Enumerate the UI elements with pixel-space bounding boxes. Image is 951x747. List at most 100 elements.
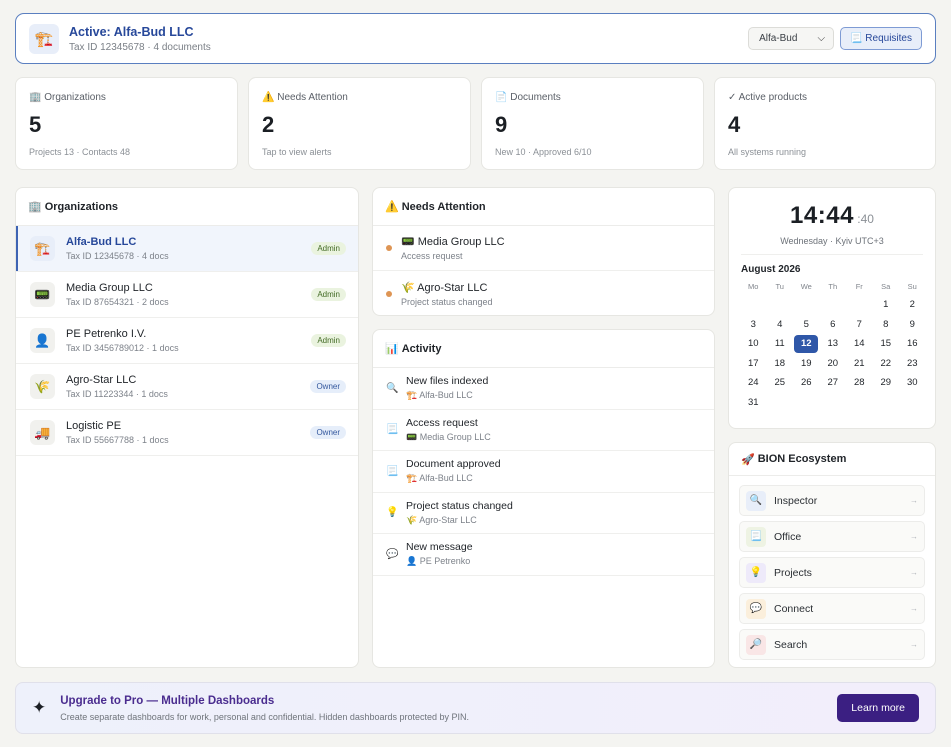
upgrade-subtitle: Create separate dashboards for work, per…	[60, 711, 469, 722]
org-name: PE Petrenko I.V.	[66, 328, 147, 340]
magnifier-icon: 🔍	[746, 490, 766, 511]
needs-attention-title: Needs Attention	[401, 200, 486, 213]
calendar-day[interactable]: 6	[820, 315, 847, 335]
calendar-day[interactable]: 14	[846, 334, 873, 354]
calendar-day[interactable]: 3	[740, 315, 767, 335]
calendar-day[interactable]: 16	[899, 334, 926, 354]
activity-item[interactable]: 📃 Document approved 🏗️ Alfa-Bud LLC	[373, 451, 714, 493]
stat-value: 9	[495, 112, 508, 137]
org-row-alfa-bud[interactable]: 🏗️ Alfa-Bud LLC Tax ID 12345678 · 4 docs…	[16, 226, 358, 272]
upgrade-title: Upgrade to Pro — Multiple Dashboards	[60, 694, 275, 707]
calendar-day[interactable]: 28	[846, 373, 873, 393]
calendar-day[interactable]: 21	[846, 354, 873, 374]
org-meta: Tax ID 11223344 · 1 docs	[66, 389, 168, 399]
calendar-day[interactable]: 11	[767, 334, 794, 354]
stat-label: 📄 Documents	[495, 92, 561, 103]
activity-item[interactable]: 💡 Project status changed 🌾 Agro-Star LLC	[373, 493, 714, 534]
attention-item[interactable]: 🌾 Agro-Star LLC Project status changed	[373, 271, 714, 316]
calendar-day[interactable]: 10	[740, 334, 767, 354]
ecosystem-item-search[interactable]: 🔎 Search →	[739, 629, 925, 660]
calendar-day[interactable]: 23	[899, 354, 926, 374]
building-icon: 🏢	[28, 201, 42, 213]
active-org-avatar: 🏗️	[29, 23, 59, 54]
bar-chart-icon: 📊	[385, 343, 399, 355]
calendar-day[interactable]: 19	[793, 354, 820, 374]
activity-panel: 📊 Activity 🔍 New files indexed 🏗️ Alfa-B…	[372, 329, 715, 668]
calendar-day[interactable]: 30	[899, 373, 926, 393]
calendar-day[interactable]: 17	[740, 354, 767, 374]
ecosystem-item-connect[interactable]: 💬 Connect →	[739, 593, 925, 624]
activity-header: 📊 Activity	[373, 330, 714, 368]
clock-calendar-panel: 14:44 :40 Wednesday · Kyiv UTC+3 August …	[728, 187, 936, 429]
weekday-label: We	[800, 282, 812, 291]
ecosystem-item-office[interactable]: 📃 Office →	[739, 521, 925, 552]
stat-value: 4	[728, 112, 741, 137]
calendar-day[interactable]: 2	[899, 295, 926, 315]
org-row-media-group[interactable]: 📟 Media Group LLC Tax ID 87654321 · 2 do…	[16, 272, 358, 318]
requisites-button[interactable]: 📃 Requisites	[840, 27, 922, 50]
calendar-today[interactable]: 12	[794, 335, 819, 353]
role-badge: Admin	[311, 288, 346, 301]
stat-label: ✓ Active products	[728, 92, 807, 103]
org-select-value: Alfa-Bud	[759, 33, 798, 44]
calendar-day[interactable]: 29	[873, 373, 900, 393]
stat-active-products[interactable]: ✓ Active products 4 All systems running	[714, 77, 936, 170]
ecosystem-item-inspector[interactable]: 🔍 Inspector →	[739, 485, 925, 516]
activity-event: Project status changed	[406, 499, 513, 512]
ecosystem-item-projects[interactable]: 💡 Projects →	[739, 557, 925, 588]
org-select[interactable]: Alfa-Bud ⌵	[748, 27, 835, 50]
org-name: Alfa-Bud LLC	[66, 236, 137, 248]
clock: 14:44 :40 Wednesday · Kyiv UTC+3	[729, 202, 935, 246]
calendar-day[interactable]: 25	[767, 373, 794, 393]
calendar-day[interactable]: 4	[767, 315, 794, 335]
calendar-day[interactable]: 22	[873, 354, 900, 374]
role-badge: Admin	[311, 242, 346, 255]
activity-item[interactable]: 📃 Access request 📟 Media Group LLC	[373, 410, 714, 451]
calendar-day[interactable]: 20	[820, 354, 847, 374]
stat-needs-attention[interactable]: ⚠️ Needs Attention 2 Tap to view alerts	[248, 77, 471, 170]
warning-icon: ⚠️	[385, 201, 399, 213]
arrow-right-icon: →	[910, 496, 918, 505]
calendar-day-cell[interactable]: 12	[793, 334, 820, 354]
role-badge: Owner	[310, 380, 346, 393]
calendar-day[interactable]: 18	[767, 354, 794, 374]
person-icon: 👤	[30, 328, 55, 353]
org-row-agro-star[interactable]: 🌾 Agro-Star LLC Tax ID 11223344 · 1 docs…	[16, 364, 358, 410]
calendar-day[interactable]: 24	[740, 373, 767, 393]
calendar-day[interactable]: 7	[846, 315, 873, 335]
calendar-day[interactable]: 13	[820, 334, 847, 354]
calendar-blank	[820, 295, 847, 315]
calendar-day[interactable]: 8	[873, 315, 900, 335]
calendar-day[interactable]: 15	[873, 334, 900, 354]
calendar-day[interactable]: 26	[793, 373, 820, 393]
calendar-day[interactable]: 5	[793, 315, 820, 335]
calendar-day[interactable]: 1	[873, 295, 900, 315]
activity-event: New message	[406, 541, 473, 554]
stat-foot: Projects 13 · Contacts 48	[29, 147, 131, 157]
attention-reason: Project status changed	[401, 296, 493, 307]
ecosystem-list: 🔍 Inspector → 📃 Office → 💡 Projects → 💬 Connect → 🔎 S…	[729, 485, 935, 660]
upgrade-banner: ✦ Upgrade to Pro — Multiple Dashboards C…	[15, 682, 936, 734]
calendar-day[interactable]: 27	[820, 373, 847, 393]
calendar-blank	[740, 295, 767, 315]
stat-documents[interactable]: 📄 Documents 9 New 10 · Approved 6/10	[481, 77, 704, 170]
org-row-pe-petrenko[interactable]: 👤 PE Petrenko I.V. Tax ID 3456789012 · 1…	[16, 318, 358, 364]
activity-title: Activity	[401, 342, 442, 355]
sparkle-icon: ✦	[32, 698, 47, 717]
activity-item[interactable]: 🔍 New files indexed 🏗️ Alfa-Bud LLC	[373, 368, 714, 410]
activity-org: 🏗️ Alfa-Bud LLC	[406, 473, 473, 484]
org-row-logistic-pe[interactable]: 🚚 Logistic PE Tax ID 55667788 · 1 docs O…	[16, 410, 358, 456]
attention-item[interactable]: 📟 Media Group LLC Access request	[373, 226, 714, 271]
organizations-title: Organizations	[44, 200, 119, 213]
arrow-right-icon: →	[910, 604, 918, 613]
stat-label: 🏢 Organizations	[29, 92, 106, 103]
alert-dot	[386, 245, 392, 251]
calendar-month: August 2026	[741, 264, 801, 275]
active-org-bar: 🏗️ Active: Alfa-Bud LLC Tax ID 12345678 …	[15, 13, 936, 64]
calendar-day[interactable]: 9	[899, 315, 926, 335]
arrow-right-icon: →	[910, 568, 918, 577]
activity-item[interactable]: 💬 New message 👤 PE Petrenko	[373, 534, 714, 576]
calendar-day[interactable]: 31	[740, 393, 767, 413]
stat-organizations[interactable]: 🏢 Organizations 5 Projects 13 · Contacts…	[15, 77, 238, 170]
learn-more-button[interactable]: Learn more	[837, 694, 919, 722]
